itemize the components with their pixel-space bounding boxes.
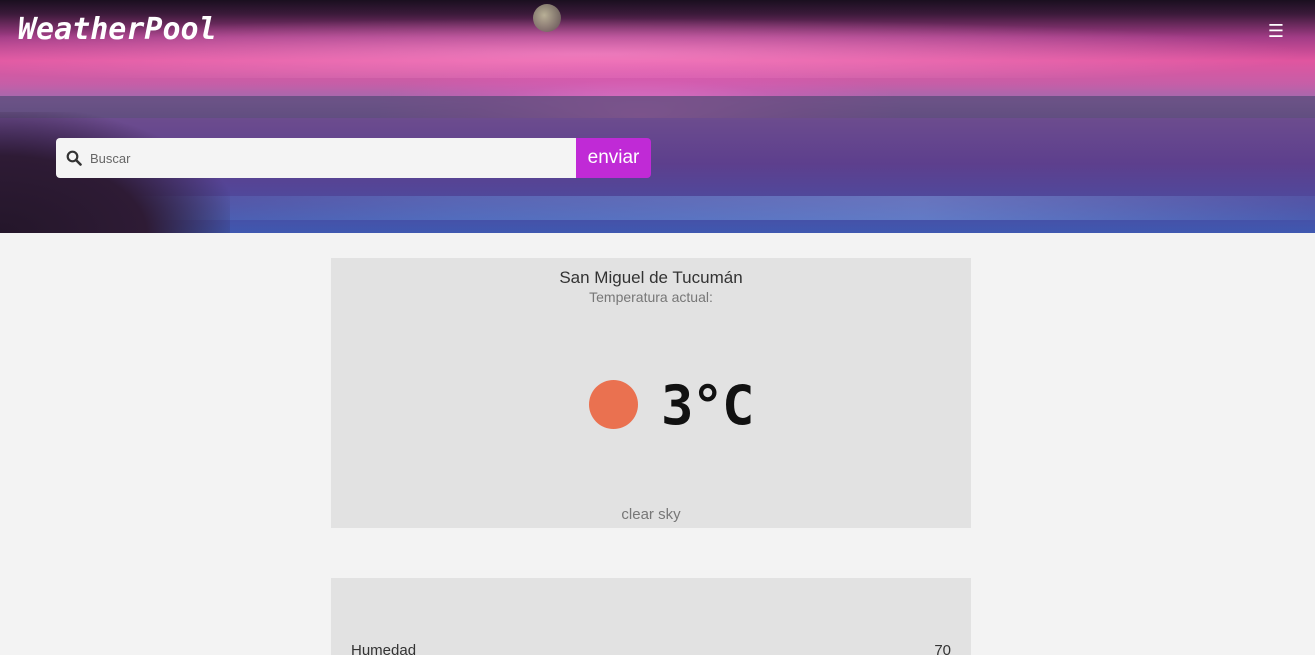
submit-button[interactable]: enviar — [576, 138, 651, 178]
weather-details-card: Humedad 70 — [331, 578, 971, 655]
search-icon — [66, 150, 82, 166]
city-name: San Miguel de Tucumán — [559, 268, 743, 287]
detail-row-humidity: Humedad 70 — [351, 642, 951, 655]
humidity-label: Humedad — [351, 642, 417, 655]
hamburger-menu-icon[interactable]: ☰ — [1266, 22, 1286, 40]
search-form: enviar — [56, 138, 651, 178]
brand-logo[interactable]: WeatherPool — [18, 12, 217, 48]
current-temperature-label: Temperatura actual: — [589, 289, 713, 305]
search-input[interactable] — [90, 138, 570, 178]
humidity-value: 70 — [934, 642, 951, 655]
sun-icon — [589, 380, 638, 429]
current-weather-card: San Miguel de Tucumán Temperatura actual… — [331, 258, 971, 528]
temperature-value: 3°C — [661, 374, 755, 437]
hero-banner: WeatherPool ☰ enviar — [0, 0, 1315, 233]
search-field[interactable] — [56, 138, 576, 178]
moon-icon — [533, 4, 561, 32]
weather-description: clear sky — [621, 506, 681, 523]
